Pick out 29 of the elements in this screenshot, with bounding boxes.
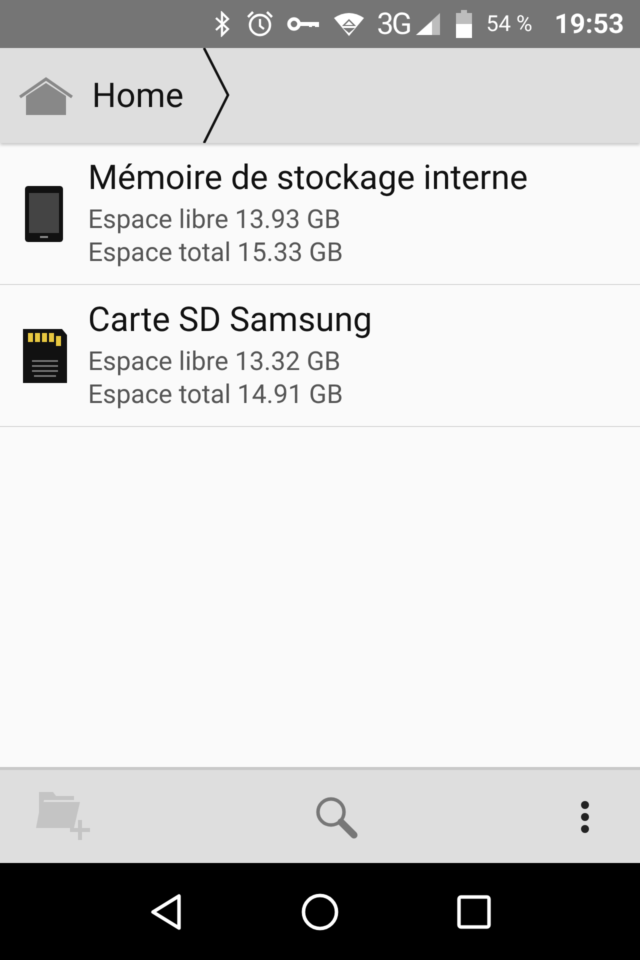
back-icon — [149, 892, 183, 930]
total-space: Espace total 15.33 GB — [88, 236, 344, 270]
more-vertical-icon — [580, 800, 590, 834]
sd-card-icon — [20, 326, 68, 384]
recents-square-icon — [457, 894, 491, 928]
total-space: Espace total 14.91 GB — [88, 378, 344, 412]
search-icon — [314, 794, 358, 838]
more-options-button[interactable] — [580, 800, 590, 834]
alarm-clock-icon — [244, 10, 275, 38]
battery-icon — [454, 10, 474, 38]
storage-name: Mémoire de stockage interne — [88, 158, 528, 198]
back-button[interactable] — [149, 892, 183, 930]
home-icon — [18, 76, 74, 114]
folder-plus-icon — [36, 792, 92, 842]
home-button[interactable] — [301, 892, 339, 930]
battery-percent: 54 % — [486, 12, 532, 36]
network-type: 3G — [376, 6, 410, 42]
recents-button[interactable] — [457, 894, 491, 928]
storage-name: Carte SD Samsung — [88, 300, 372, 340]
clock-time: 19:53 — [554, 8, 624, 40]
search-button[interactable] — [314, 794, 358, 838]
tablet-icon — [24, 184, 64, 242]
storage-item[interactable]: Carte SD Samsung Espace libre 13.32 GB Espace total 14.91 GB — [0, 285, 640, 427]
home-circle-icon — [301, 892, 339, 930]
wifi-icon — [332, 11, 365, 37]
storage-item[interactable]: Mémoire de stockage interne Espace libre 13.93 GB Espace total 15.33 GB — [0, 143, 640, 285]
free-space: Espace libre 13.93 GB — [88, 204, 342, 236]
key-icon — [286, 16, 321, 32]
free-space: Espace libre 13.32 GB — [88, 346, 342, 378]
